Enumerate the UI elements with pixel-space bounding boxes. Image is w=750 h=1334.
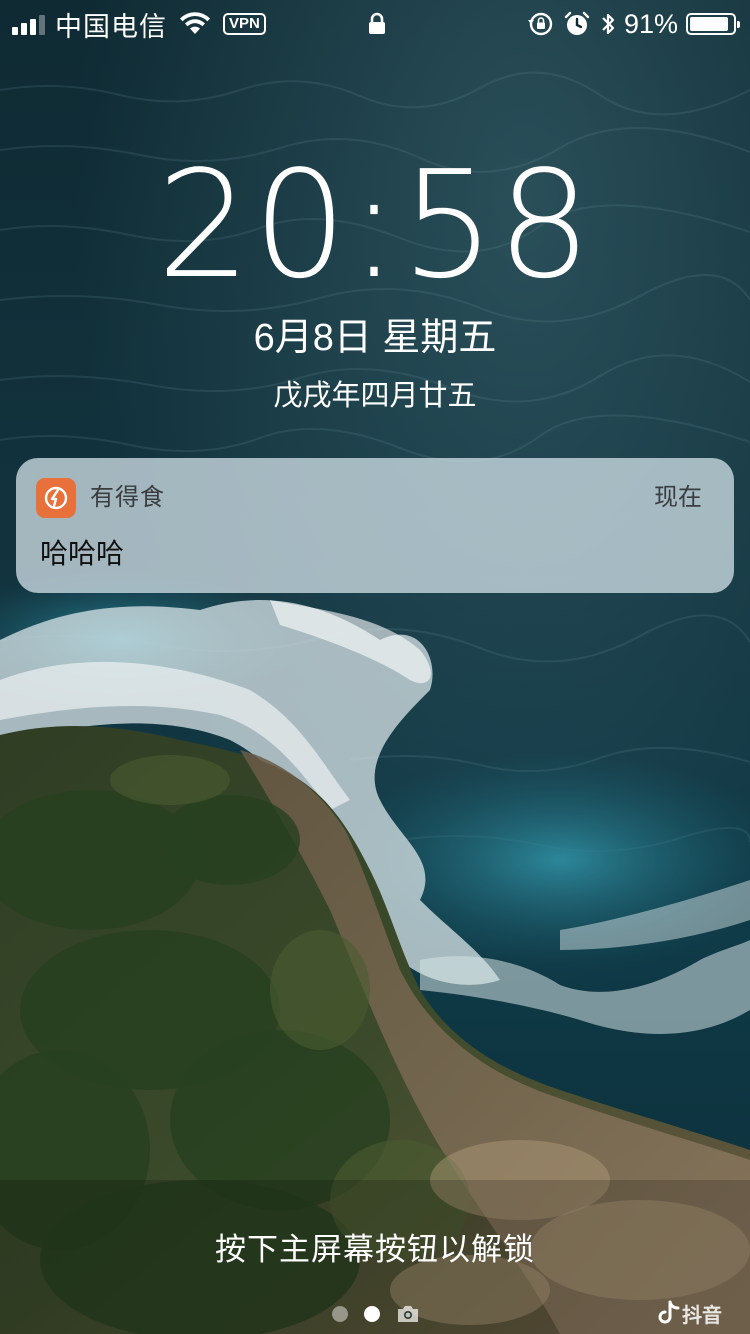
notification-time: 现在 [654, 484, 702, 511]
status-bar-left: 中国电信 VPN [12, 8, 266, 42]
lock-screen-time: 20:58 [156, 139, 594, 311]
notification-card[interactable]: 有得食 现在 哈哈哈 [16, 458, 734, 593]
watermark-text: 抖音 [682, 1304, 722, 1327]
alarm-icon [564, 11, 590, 35]
bluetooth-icon [602, 13, 615, 35]
vpn-badge: VPN [223, 13, 266, 35]
page-dot-active[interactable] [364, 1306, 380, 1322]
rotation-lock-icon [527, 12, 553, 36]
camera-icon[interactable] [396, 1304, 420, 1324]
status-bar-right: 91% [527, 8, 740, 40]
page-indicator[interactable] [332, 1302, 420, 1326]
battery-fill [690, 17, 729, 31]
page-dot[interactable] [332, 1306, 348, 1322]
status-bar: 中国电信 VPN 91% [0, 0, 750, 48]
app-logo-icon [44, 486, 68, 510]
app-icon [36, 478, 76, 518]
carrier-name: 中国电信 [55, 11, 167, 42]
watermark: 抖音 [658, 1298, 722, 1328]
notification-message: 哈哈哈 [40, 538, 125, 569]
wifi-icon [180, 12, 210, 34]
lock-screen-lunar-date: 戊戌年四月廿五 [273, 380, 477, 412]
battery-icon [686, 13, 740, 35]
notification-app-name: 有得食 [90, 484, 165, 511]
lock-screen-date: 6月8日 星期五 [253, 317, 497, 359]
signal-icon [12, 13, 45, 35]
lock-icon [369, 12, 385, 34]
unlock-hint: 按下主屏幕按钮以解锁 [215, 1232, 535, 1267]
battery-percent: 91% [623, 8, 678, 39]
tiktok-logo-icon [658, 1300, 680, 1324]
